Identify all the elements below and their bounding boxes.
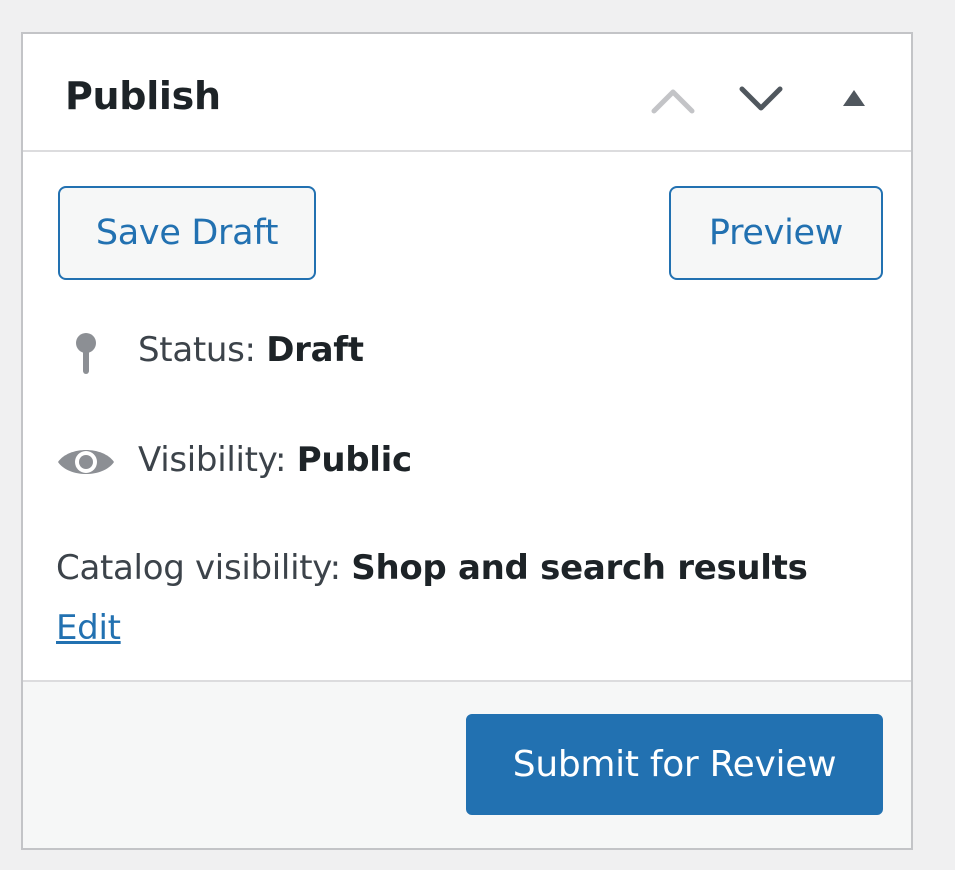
panel-header: Publish (23, 34, 911, 152)
triangle-up-icon (843, 90, 865, 106)
preview-button[interactable]: Preview (669, 186, 883, 280)
publish-panel: Publish Save Draft Preview Status: Draft (21, 32, 913, 850)
move-up-button[interactable] (648, 81, 698, 117)
save-draft-button[interactable]: Save Draft (58, 186, 316, 280)
catalog-visibility-label: Catalog visibility: (56, 548, 341, 588)
catalog-visibility-edit-link[interactable]: Edit (56, 606, 121, 650)
catalog-visibility-value: Shop and search results (351, 548, 808, 588)
chevron-down-icon (739, 86, 783, 111)
move-down-button[interactable] (736, 81, 786, 117)
catalog-visibility-row: Catalog visibility: Shop and search resu… (56, 546, 808, 590)
eye-icon (58, 450, 114, 474)
panel-title: Publish (65, 74, 221, 118)
toggle-panel-button[interactable] (839, 83, 869, 113)
panel-footer: Submit for Review (23, 680, 911, 848)
status-label: Status: (138, 330, 256, 370)
visibility-label: Visibility: (138, 440, 287, 480)
visibility-value: Public (296, 440, 412, 480)
status-value: Draft (266, 330, 364, 370)
submit-for-review-button[interactable]: Submit for Review (466, 714, 883, 815)
pin-icon (76, 333, 96, 374)
chevron-up-icon (651, 89, 695, 114)
